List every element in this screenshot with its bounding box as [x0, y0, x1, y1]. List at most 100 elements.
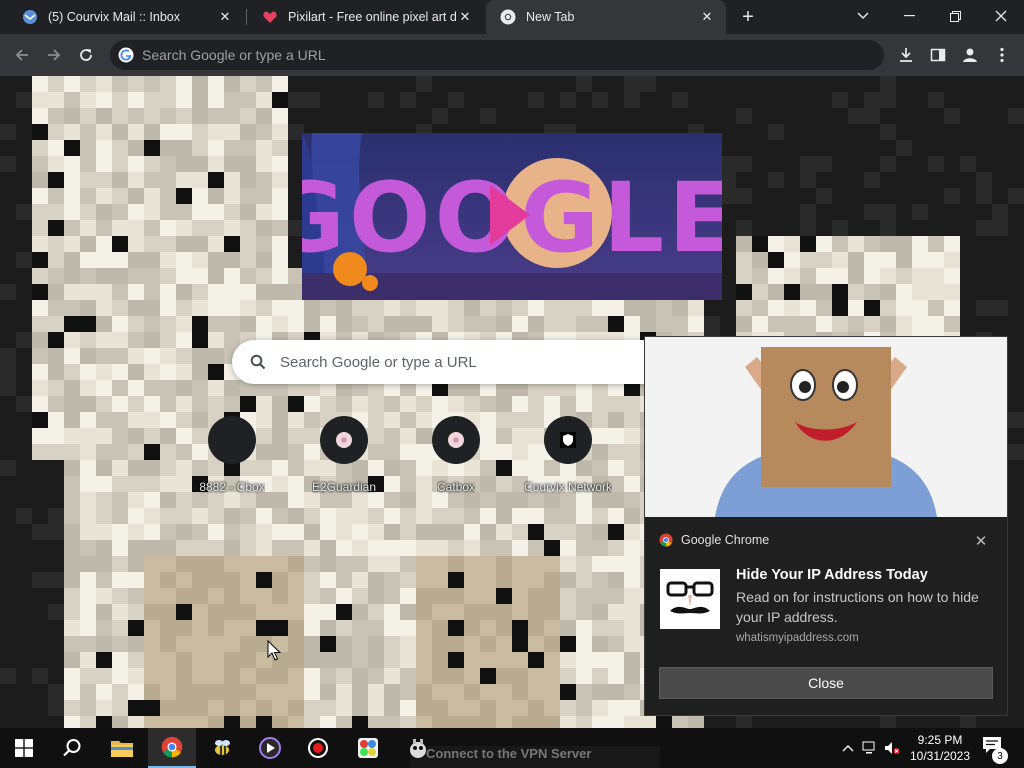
pixel-cell	[320, 620, 336, 636]
pixel-cell	[816, 76, 832, 92]
pixel-cell	[576, 396, 592, 412]
menu-button[interactable]	[988, 41, 1016, 69]
pixel-cell	[48, 156, 64, 172]
shortcut-cbox[interactable]: 8882 - Cbox	[176, 416, 288, 500]
pixel-cell	[112, 604, 128, 620]
omnibox[interactable]: Search Google or type a URL	[110, 40, 884, 70]
pixel-cell	[160, 716, 176, 728]
taskbar-app-bee[interactable]	[198, 728, 246, 768]
pixel-cell	[560, 716, 576, 728]
pixel-cell	[0, 92, 16, 108]
tab-search-chevron-icon[interactable]	[840, 0, 886, 32]
taskbar-recorder[interactable]	[294, 728, 342, 768]
pixel-cell	[528, 108, 544, 124]
pixel-cell	[448, 556, 464, 572]
google-doodle[interactable]: GOOGLE	[302, 133, 722, 300]
forward-button[interactable]	[40, 41, 68, 69]
close-icon[interactable]: ✕	[216, 8, 234, 26]
pixel-cell	[272, 396, 288, 412]
taskbar-app-mascot[interactable]	[394, 728, 442, 768]
close-icon[interactable]: ✕	[456, 8, 474, 26]
taskbar-media-player[interactable]	[246, 728, 294, 768]
new-tab-button[interactable]: +	[736, 5, 760, 29]
pixel-cell	[16, 444, 32, 460]
pixel-cell	[96, 556, 112, 572]
pixel-cell	[448, 396, 464, 412]
reload-button[interactable]	[72, 41, 100, 69]
restore-button[interactable]	[932, 0, 978, 32]
pixel-cell	[752, 172, 768, 188]
shortcut-catbox[interactable]: Catbox	[400, 416, 512, 500]
pixel-cell	[336, 684, 352, 700]
pixel-cell	[592, 588, 608, 604]
pixel-cell	[48, 108, 64, 124]
pixel-cell	[160, 188, 176, 204]
pixel-cell	[0, 124, 16, 140]
pixel-cell	[160, 92, 176, 108]
pixel-cell	[464, 524, 480, 540]
pixel-cell	[32, 652, 48, 668]
pixel-cell	[96, 412, 112, 428]
close-icon[interactable]: ✕	[971, 531, 991, 551]
taskbar-paint-app[interactable]	[344, 728, 392, 768]
close-icon[interactable]: ✕	[698, 8, 716, 26]
pixel-cell	[560, 316, 576, 332]
pixel-cell	[896, 156, 912, 172]
pixel-cell	[448, 108, 464, 124]
taskbar-clock[interactable]: 9:25 PM 10/31/2023	[908, 732, 972, 764]
pixel-cell	[64, 412, 80, 428]
start-button[interactable]	[0, 728, 48, 768]
pixel-cell	[1008, 620, 1024, 636]
pixel-cell	[32, 428, 48, 444]
window-close-button[interactable]	[978, 0, 1024, 32]
shortcut-courvix-network[interactable]: Courvix Network	[512, 416, 624, 500]
taskbar-chrome[interactable]	[148, 728, 196, 768]
pixel-cell	[272, 172, 288, 188]
shortcut-e2guardian[interactable]: E2Guardian	[288, 416, 400, 500]
pixel-cell	[112, 76, 128, 92]
pixel-cell	[240, 716, 256, 728]
pixel-cell	[144, 364, 160, 380]
pixel-cell	[912, 172, 928, 188]
pixel-cell	[336, 92, 352, 108]
tab-new-tab[interactable]: New Tab ✕	[486, 0, 726, 34]
pixel-cell	[880, 716, 896, 728]
pixel-cell	[128, 332, 144, 348]
volume-muted-icon[interactable]	[884, 740, 900, 756]
pixel-cell	[944, 716, 960, 728]
tab-pixilart[interactable]: Pixilart - Free online pixel art drawing…	[248, 0, 484, 34]
pixel-cell	[752, 92, 768, 108]
chevron-up-icon[interactable]	[840, 740, 856, 756]
taskbar-file-explorer[interactable]	[98, 728, 146, 768]
pixel-cell	[256, 716, 272, 728]
blank-icon	[208, 416, 256, 464]
pixel-cell	[560, 700, 576, 716]
pixel-cell	[192, 588, 208, 604]
notification-close-button[interactable]: Close	[659, 667, 993, 699]
side-panel-button[interactable]	[924, 41, 952, 69]
minimize-button[interactable]	[886, 0, 932, 32]
pixel-cell	[112, 556, 128, 572]
pixel-cell	[512, 556, 528, 572]
pixel-cell	[64, 716, 80, 728]
network-icon[interactable]	[862, 740, 878, 756]
pixel-cell	[208, 172, 224, 188]
pixel-cell	[16, 556, 32, 572]
pixel-cell	[944, 140, 960, 156]
back-button[interactable]	[8, 41, 36, 69]
pixel-cell	[960, 716, 976, 728]
pixel-cell	[368, 396, 384, 412]
pixel-cell	[208, 716, 224, 728]
pixel-cell	[192, 124, 208, 140]
pixel-cell	[640, 300, 656, 316]
pixel-cell	[80, 652, 96, 668]
pixel-cell	[320, 92, 336, 108]
taskbar-search-button[interactable]	[48, 728, 96, 768]
profile-button[interactable]	[956, 41, 984, 69]
pixel-cell	[976, 92, 992, 108]
downloads-button[interactable]	[892, 41, 920, 69]
pixel-cell	[416, 76, 432, 92]
pixel-cell	[896, 124, 912, 140]
tab-courvix-mail[interactable]: (5) Courvix Mail :: Inbox ✕	[8, 0, 244, 34]
pixel-cell	[720, 316, 736, 332]
